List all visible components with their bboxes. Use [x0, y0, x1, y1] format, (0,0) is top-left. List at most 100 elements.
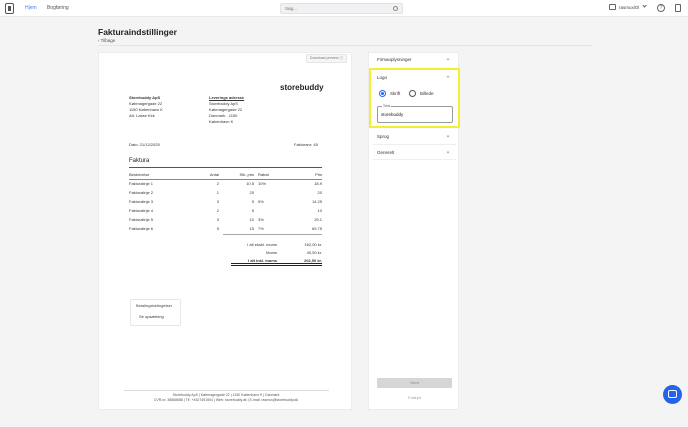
line-discount: 3%	[258, 217, 264, 222]
support-chat-button[interactable]	[663, 385, 682, 404]
logo-text-field-label: Tekst	[382, 104, 392, 108]
chevron-down-icon[interactable]	[642, 3, 647, 8]
column-header: Stk. pris	[219, 171, 254, 180]
user-menu[interactable]: rasmuxlOl	[619, 5, 639, 10]
column-header: Pris	[284, 171, 322, 180]
column-header: Antal	[189, 171, 219, 180]
table-header-row: Beskrivelse Antal Stk. pris Rabat Pris	[129, 171, 322, 180]
divider	[373, 159, 456, 160]
sender-address: Storebuddy ApS Købmagergade 22 1150 Købe…	[129, 95, 163, 119]
divider	[373, 144, 456, 145]
line-price: 10	[317, 208, 322, 213]
payment-terms-title: Betalingsbetingelser	[136, 303, 173, 308]
invoice-preview: Download preview ⓘ storebuddy Storebuddy…	[98, 52, 352, 410]
back-label: Tilbage	[100, 38, 116, 43]
line-description: Fakturalinje 5	[129, 217, 154, 222]
line-discount: 10%	[258, 181, 267, 187]
search-box[interactable]	[280, 3, 403, 14]
table-row: Fakturalinje 5 3 10 3% 29.1	[129, 215, 322, 224]
app-logo[interactable]	[5, 3, 14, 14]
radio-text[interactable]	[379, 90, 386, 97]
chevron-down-icon[interactable]	[446, 134, 450, 138]
line-price: 20	[317, 190, 322, 195]
download-preview-button[interactable]: Download preview ⓘ	[305, 54, 347, 63]
line-unit-price: 5	[251, 208, 254, 213]
subtotal-label: I alt ekskl. moms	[247, 242, 277, 247]
logo-text-input[interactable]	[381, 112, 449, 117]
line-discount: 7%	[258, 226, 264, 231]
line-unit-price: 10	[249, 217, 254, 222]
divider	[223, 234, 322, 235]
table-row: Fakturalinje 2 1 20 20	[129, 188, 322, 197]
radio-image-label[interactable]: Billede	[420, 91, 434, 96]
save-button[interactable]: Gem	[377, 378, 452, 388]
payment-terms-card: Betalingsbetingelser Se opsætning	[130, 299, 181, 326]
vat-value: 40,50 kr.	[306, 250, 322, 255]
divider	[231, 263, 322, 264]
cancel-link[interactable]: Fortryd	[369, 395, 460, 400]
table-row: Fakturalinje 1 2 10.5 10% 18.9	[129, 179, 322, 188]
invoice-lines-table: Beskrivelse Antal Stk. pris Rabat Pris F…	[129, 171, 322, 233]
line-discount: 5%	[258, 199, 264, 204]
line-quantity: 3	[216, 217, 219, 222]
chat-icon	[668, 390, 677, 398]
payment-terms-button[interactable]: Se opsætning	[139, 314, 164, 319]
chevron-down-icon[interactable]	[446, 57, 450, 61]
line-quantity: 2	[216, 208, 219, 213]
search-input[interactable]	[285, 6, 385, 11]
line-price: 69.75	[311, 226, 322, 231]
shipping-city: København K	[209, 119, 234, 124]
table-row: Fakturalinje 6 5 15 7% 69.75	[129, 224, 322, 233]
top-bar: Hjem Bogføring rasmuxlOl ?	[0, 0, 688, 17]
section-language[interactable]: Sprog	[377, 134, 389, 139]
logo-section: Logo Skrift Billede Tekst	[369, 68, 460, 128]
sender-att: Att. Lasse Kirk	[129, 113, 155, 118]
invoice-section-title: Faktura	[129, 158, 150, 164]
line-quantity: 1	[216, 190, 219, 195]
line-unit-price: 15	[249, 226, 254, 231]
line-description: Fakturalinje 4	[129, 208, 154, 213]
divider	[231, 265, 322, 266]
invoice-brand: storebuddy	[280, 83, 324, 92]
line-price: 18.9	[314, 181, 322, 187]
settings-panel: Firmaoplysninger Logo Skrift Billede Tek…	[368, 52, 460, 410]
line-description: Fakturalinje 1	[129, 181, 154, 187]
vat-label: Moms	[266, 250, 277, 255]
divider	[129, 167, 322, 168]
line-unit-price: 10.5	[246, 181, 254, 187]
line-description: Fakturalinje 3	[129, 199, 154, 204]
line-description: Fakturalinje 6	[129, 226, 154, 231]
line-quantity: 5	[216, 226, 219, 231]
line-quantity: 3	[216, 199, 219, 204]
radio-image[interactable]	[409, 90, 416, 97]
divider	[124, 390, 329, 391]
nav-home[interactable]: Hjem	[25, 5, 37, 11]
document-icon[interactable]	[675, 4, 681, 12]
invoice-footer-address: Storebuddy ApS | Købmagergade 22 | 1150 …	[172, 393, 280, 397]
help-icon[interactable]: ?	[657, 4, 665, 12]
shipping-address: Leverings adresse Storebuddy ApS Købmage…	[209, 95, 244, 125]
logo-text-field[interactable]: Tekst	[377, 104, 453, 123]
line-description: Fakturalinje 2	[129, 190, 154, 195]
chevron-down-icon[interactable]	[446, 150, 450, 154]
radio-text-label[interactable]: Skrift	[390, 91, 400, 96]
invoice-date: Dato: 21/12/2025	[129, 142, 160, 147]
nav-bookkeeping[interactable]: Bogføring	[47, 5, 69, 11]
section-company-info[interactable]: Firmaoplysninger	[377, 57, 412, 62]
line-unit-price: 20	[249, 190, 254, 195]
section-logo[interactable]: Logo	[377, 75, 387, 80]
column-header: Beskrivelse	[129, 171, 189, 180]
column-header: Rabat	[254, 171, 284, 180]
divider	[98, 45, 592, 46]
line-discount	[254, 206, 284, 215]
section-general[interactable]: Generelt	[377, 150, 394, 155]
page-title: Fakturaindstillinger	[98, 27, 177, 37]
back-link[interactable]: ‹ Tilbage	[98, 38, 115, 43]
table-row: Fakturalinje 4 2 5 10	[129, 206, 322, 215]
invoice-footer-contact: CVR-nr. 38868688 | Tlf. +4527451504 | We…	[153, 398, 299, 402]
table-row: Fakturalinje 3 3 5 5% 14.25	[129, 197, 322, 206]
store-icon[interactable]	[609, 4, 616, 10]
search-icon[interactable]	[393, 6, 398, 11]
chevron-up-icon[interactable]	[446, 75, 450, 79]
subtotal-value: 162,00 kr.	[304, 242, 322, 247]
